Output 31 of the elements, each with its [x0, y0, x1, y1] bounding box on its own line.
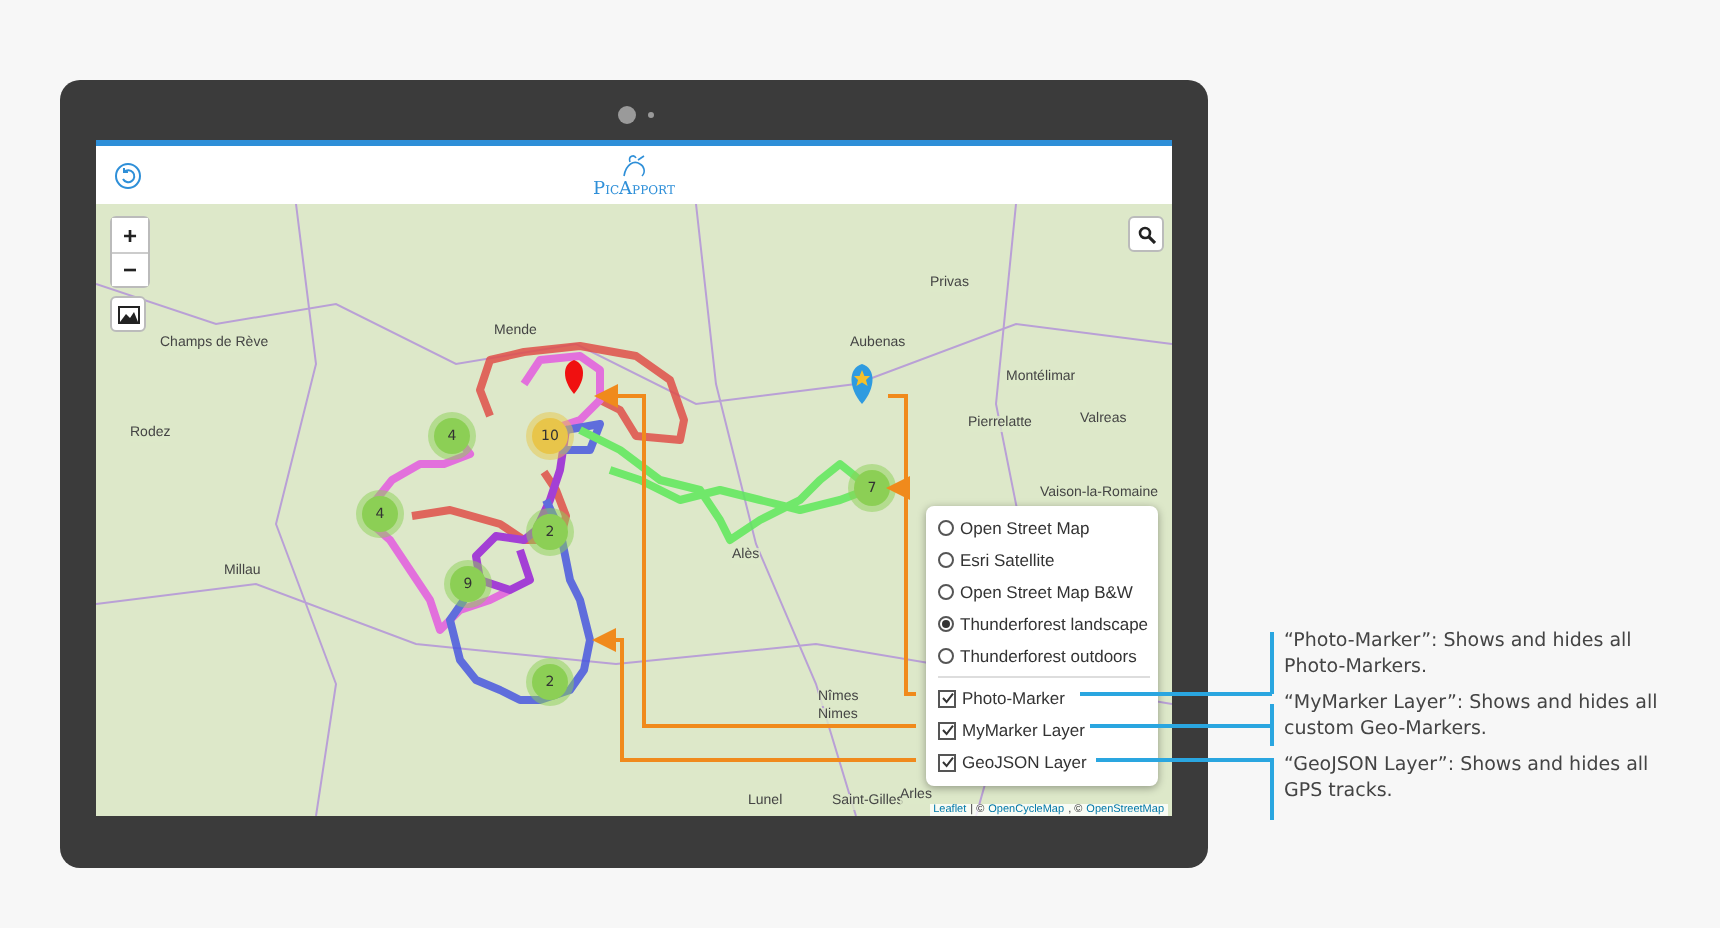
zoom-out-button[interactable]: − [112, 252, 148, 286]
radio-button[interactable] [938, 520, 954, 536]
annotation-text: “MyMarker Layer”: Shows and hides all custom Geo-Markers. [1282, 690, 1660, 742]
annotation-text: “GeoJSON Layer”: Shows and hides all GPS tracks. [1282, 752, 1651, 804]
base-layer-option[interactable]: Open Street Map [938, 512, 1150, 544]
search-button[interactable] [1128, 216, 1164, 252]
map-pin-icon[interactable] [565, 360, 583, 394]
image-icon [117, 305, 139, 323]
camera-icon [618, 106, 636, 124]
base-layer-option[interactable]: Thunderforest outdoors [938, 640, 1150, 672]
base-layer-option[interactable]: Esri Satellite [938, 544, 1150, 576]
radio-button[interactable] [938, 616, 954, 632]
checkbox[interactable] [938, 753, 956, 771]
star-pin-icon[interactable] [851, 364, 873, 404]
overlay-layer-option[interactable]: Photo-Marker [938, 682, 1150, 714]
checkbox[interactable] [938, 721, 956, 739]
overlay-layer-option[interactable]: GeoJSON Layer [938, 746, 1150, 778]
radio-button[interactable] [938, 648, 954, 664]
search-icon [1137, 225, 1155, 243]
radio-button[interactable] [938, 584, 954, 600]
base-layer-option[interactable]: Open Street Map B&W [938, 576, 1150, 608]
base-layer-option[interactable]: Thunderforest landscape [938, 608, 1150, 640]
checkbox[interactable] [938, 689, 956, 707]
image-button[interactable] [110, 296, 146, 332]
sensor-icon [648, 112, 654, 118]
radio-button[interactable] [938, 552, 954, 568]
app-logo: PicApport [593, 179, 675, 199]
overlay-layer-option[interactable]: MyMarker Layer [938, 714, 1150, 746]
back-icon[interactable] [114, 162, 142, 190]
logo-drawing [618, 151, 650, 179]
annotation-text: “Photo-Marker”: Shows and hides all Photo-Markers. [1282, 628, 1634, 680]
